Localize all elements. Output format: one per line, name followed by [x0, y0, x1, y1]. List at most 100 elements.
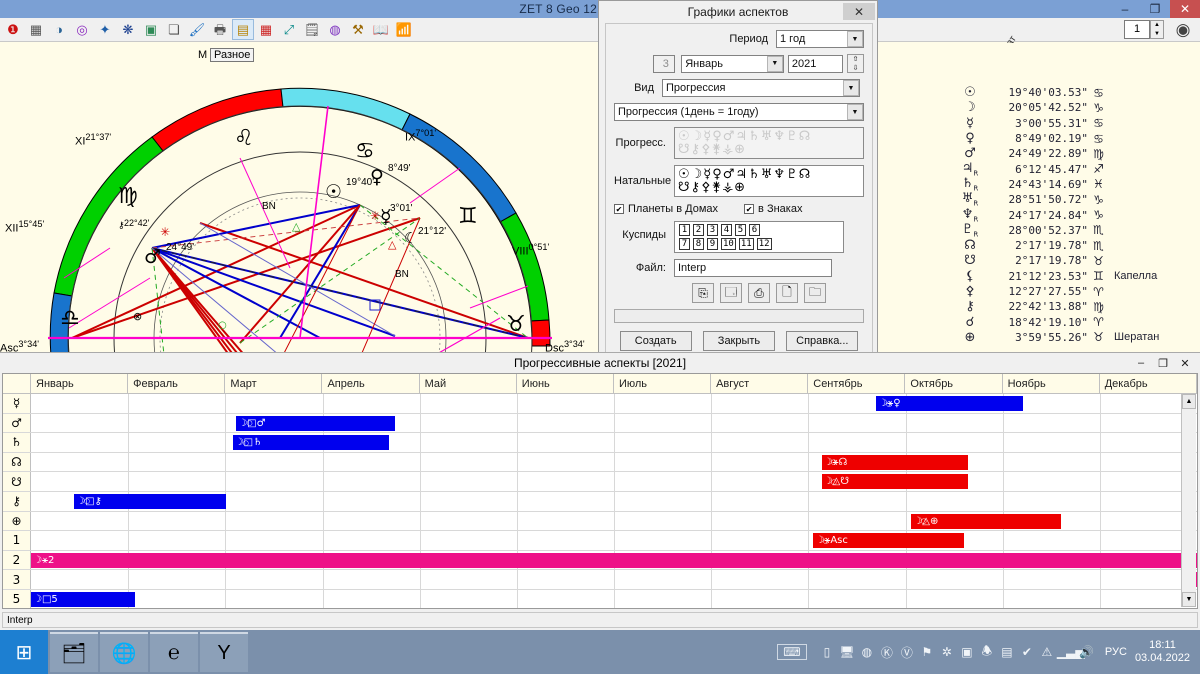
grid-column-header[interactable]: Август: [711, 374, 809, 393]
stepper-down-icon[interactable]: ⇩: [848, 64, 863, 73]
aspect-bar[interactable]: ☽□⚷ ○: [74, 493, 226, 509]
method-select[interactable]: Прогрессия (1день = 1году) ▼: [614, 103, 864, 121]
file-input[interactable]: Interp: [674, 259, 832, 277]
planet-row[interactable]: ⊕ 3°59'55.26" ♉ Шератан: [960, 330, 1200, 345]
cusp-9[interactable]: 9: [707, 238, 718, 250]
signal-tray-icon[interactable]: ▁▃▅: [1057, 645, 1085, 659]
grid-column-header[interactable]: Март: [225, 374, 323, 393]
explorer-taskbar-button[interactable]: 🗂: [50, 632, 98, 672]
aspect-bar[interactable]: ☽⚹☊ ○: [821, 454, 969, 470]
misc-tooltip[interactable]: Разное: [210, 48, 255, 62]
planet-row[interactable]: ♇R 28°00'52.37" ♏: [960, 222, 1200, 239]
sky-map-icon[interactable]: ✦: [94, 19, 116, 40]
maximize-button[interactable]: ❐: [1140, 0, 1170, 18]
minimize-button[interactable]: –: [1110, 0, 1140, 18]
grid-column-header[interactable]: Ноябрь: [1003, 374, 1100, 393]
star-field-icon[interactable]: ❋: [117, 19, 139, 40]
aspect-bar[interactable]: ☽⚹2: [31, 552, 1197, 568]
notepad-icon[interactable]: 🗒: [301, 19, 323, 40]
period-select[interactable]: 1 год ▼: [776, 30, 864, 48]
cusps-box[interactable]: 123456 7 8 9 10 11 12: [674, 221, 844, 253]
cusp-6[interactable]: 6: [749, 224, 760, 236]
clock[interactable]: 18:11 03.04.2022: [1135, 639, 1194, 665]
grid-maximize-button[interactable]: ❐: [1152, 357, 1174, 370]
planet-row[interactable]: ⚷ 22°42'13.88" ♍: [960, 299, 1200, 314]
year-stepper[interactable]: ⇧ ⇩: [847, 54, 864, 73]
calendar-icon[interactable]: ▦: [255, 19, 277, 40]
graph-icon[interactable]: 📶: [393, 19, 415, 40]
table-row[interactable]: ⊕ ☽△⊕ ○: [3, 511, 1197, 532]
world-map-icon[interactable]: ▣: [140, 19, 162, 40]
aspect-bar[interactable]: ☽△⊕ ○: [911, 513, 1061, 529]
planet-row[interactable]: ☿ 3°00'55.31" ♋: [960, 116, 1200, 131]
globe-icon[interactable]: ◉: [1170, 19, 1196, 41]
cycles-icon[interactable]: ◍: [324, 19, 346, 40]
table-icon[interactable]: ▦: [25, 19, 47, 40]
table-row[interactable]: 2 ☽⚹2: [3, 550, 1197, 571]
internet-explorer-taskbar-button[interactable]: ℮: [150, 632, 198, 672]
chevron-down-icon[interactable]: ▼: [847, 31, 863, 47]
planet-row[interactable]: ♄R 24°43'14.69" ♓: [960, 176, 1200, 193]
scroll-down-button[interactable]: ▼: [1182, 592, 1196, 607]
planet-row[interactable]: ☉ 19°40'03.53" ♋: [960, 85, 1200, 100]
stepper-up-icon[interactable]: ⇧: [848, 55, 863, 64]
planets-in-houses-checkbox[interactable]: ✔: [614, 204, 624, 214]
planet-row[interactable]: ♃R 6°12'45.47" ♐: [960, 161, 1200, 178]
grid-column-header[interactable]: Апрель: [322, 374, 420, 393]
chart-number-arrows[interactable]: ▲ ▼: [1150, 20, 1164, 39]
grid-vertical-scrollbar[interactable]: ▲ ▼: [1181, 394, 1196, 607]
help-icon[interactable]: 📖: [370, 19, 392, 40]
chevron-down-icon[interactable]: ▼: [847, 104, 863, 120]
grid-column-header[interactable]: Октябрь: [905, 374, 1003, 393]
grid-column-header[interactable]: Июль: [614, 374, 712, 393]
grid-column-header[interactable]: Июнь: [517, 374, 614, 393]
create-button[interactable]: Создать: [619, 331, 692, 351]
vpn-tray-icon[interactable]: Ⓥ: [897, 644, 917, 661]
warning-tray-icon[interactable]: ⚠: [1037, 645, 1057, 659]
chart-number-value[interactable]: 1: [1124, 20, 1150, 39]
cusp-4[interactable]: 4: [721, 224, 732, 236]
start-button[interactable]: ⊞: [0, 630, 48, 674]
drive-tray-icon[interactable]: ▤: [997, 645, 1017, 659]
aspects-grid[interactable]: Январь Февраль Март Апрель Май Июнь Июль Август…: [2, 373, 1198, 609]
aspects-icon[interactable]: ◎: [71, 19, 93, 40]
zet-taskbar-button[interactable]: Y: [200, 632, 248, 672]
progressive-aspects-icon[interactable]: ▤: [232, 19, 254, 40]
flag-tray-icon[interactable]: ⚑: [917, 645, 937, 659]
open-folder-icon[interactable]: 🗀: [804, 283, 826, 303]
save-settings-icon[interactable]: ⎘: [692, 283, 714, 303]
planet-row[interactable]: ⚸ 21°12'23.53" ♊ Капелла: [960, 269, 1200, 284]
aspect-bar[interactable]: ☽⚹Asc ○: [813, 533, 964, 549]
cusp-5[interactable]: 5: [735, 224, 746, 236]
grid-column-header[interactable]: Сентябрь: [808, 374, 906, 393]
table-row[interactable]: ☿ ☽⚹♀ ○: [3, 394, 1197, 414]
planet-row[interactable]: ⚴ 12°27'27.55" ♈: [960, 284, 1200, 299]
chevron-down-icon[interactable]: ▼: [766, 55, 783, 72]
planet-row[interactable]: ♆R 24°17'24.84" ♑: [960, 207, 1200, 224]
grid-column-header[interactable]: Декабрь: [1100, 374, 1197, 393]
aspect-bar[interactable]: ☽□♂ ○: [236, 415, 395, 431]
bluetooth-tray-icon[interactable]: ✲: [937, 645, 957, 659]
table-row[interactable]: ♂ ☽□♂ ○: [3, 413, 1197, 434]
close-dialog-button[interactable]: Закрыть: [702, 331, 775, 351]
cusp-11[interactable]: 11: [738, 238, 754, 250]
table-row[interactable]: 1 ☽⚹Asc ○: [3, 531, 1197, 551]
planet-row[interactable]: ♀ 8°49'02.19" ♋: [960, 131, 1200, 146]
cusp-2[interactable]: 2: [693, 224, 704, 236]
cusp-8[interactable]: 8: [693, 238, 704, 250]
planet-row[interactable]: ☽ 20°05'42.52" ♑: [960, 100, 1200, 115]
grid-column-header[interactable]: Январь: [31, 374, 129, 393]
cusp-7[interactable]: 7: [679, 238, 690, 250]
scroll-up-button[interactable]: ▲: [1182, 394, 1196, 409]
progress-planets-box[interactable]: ☉☽☿♀♂♃♄♅♆♇☊ ☋⚷⚴⚵⚶⊕: [674, 127, 864, 159]
cusp-12[interactable]: 12: [756, 238, 772, 250]
year-field[interactable]: 2021: [787, 54, 844, 73]
audio-tray-icon[interactable]: 🕭: [977, 642, 997, 663]
stepper-down-icon[interactable]: ▼: [1151, 30, 1163, 39]
natal-chart-wheel[interactable]: ✳ ✳ △ △ ○ ♌ ♋ ♊ ♉ ♍ ♎ ☉ ♀ ☿ ☾ ♂ ⚷ ⊗ Разн…: [0, 43, 600, 352]
close-button[interactable]: ✕: [1170, 0, 1200, 18]
alert-icon[interactable]: ❶: [2, 19, 24, 40]
natal-planets-box[interactable]: ☉☽☿♀♂♃♄♅♆♇☊ ☋⚷⚴⚵⚶⊕: [674, 165, 864, 197]
language-indicator[interactable]: РУС: [1097, 646, 1135, 658]
chevron-down-icon[interactable]: ▼: [843, 80, 859, 96]
